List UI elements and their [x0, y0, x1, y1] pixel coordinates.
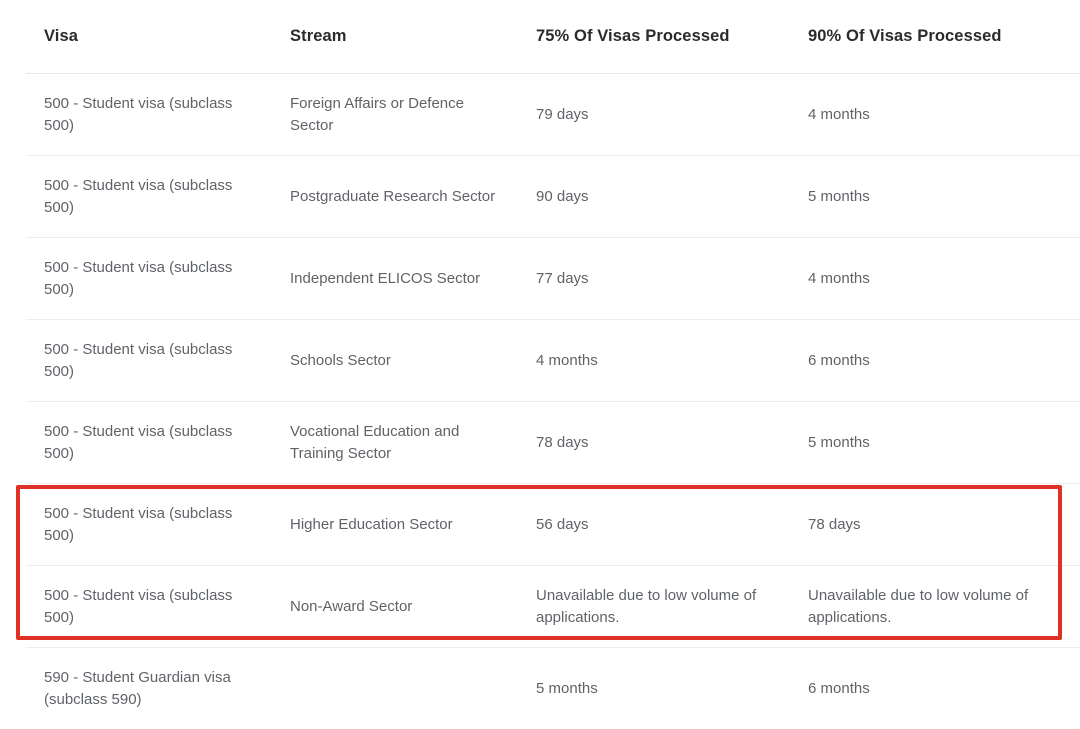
- table-cell-p75: 78 days: [518, 402, 790, 484]
- table-row: 590 - Student Guardian visa (subclass 59…: [26, 648, 1080, 729]
- table-header-row: Visa Stream 75% Of Visas Processed 90% O…: [26, 0, 1080, 74]
- table-cell-p75: 56 days: [518, 484, 790, 566]
- cell-value: 6 months: [808, 350, 1058, 371]
- table-cell-visa: 500 - Student visa (subclass 500): [26, 484, 272, 566]
- cell-value: Unavailable due to low volume of applica…: [808, 585, 1058, 628]
- cell-value: Higher Education Sector: [290, 514, 500, 535]
- table-cell-stream: Postgraduate Research Sector: [272, 156, 518, 238]
- table-cell-p90: 4 months: [790, 238, 1080, 320]
- table-row: 500 - Student visa (subclass 500) Higher …: [26, 484, 1080, 566]
- cell-value: 500 - Student visa (subclass 500): [44, 175, 254, 218]
- column-header-stream: Stream: [272, 0, 518, 74]
- cell-value: Schools Sector: [290, 350, 500, 371]
- column-header-visa: Visa: [26, 0, 272, 74]
- table-cell-stream: Independent ELICOS Sector: [272, 238, 518, 320]
- cell-value: 500 - Student visa (subclass 500): [44, 585, 254, 628]
- table-row: 500 - Student visa (subclass 500) Postgra…: [26, 156, 1080, 238]
- cell-value: 500 - Student visa (subclass 500): [44, 503, 254, 546]
- cell-value: Postgraduate Research Sector: [290, 186, 500, 207]
- page-root: Visa Stream 75% Of Visas Processed 90% O…: [0, 0, 1080, 707]
- table-body: 500 - Student visa (subclass 500) Foreign…: [26, 74, 1080, 729]
- table-cell-p90: 5 months: [790, 156, 1080, 238]
- cell-value: 78 days: [808, 514, 1058, 535]
- cell-value: 6 months: [808, 678, 1058, 699]
- table-row: 500 - Student visa (subclass 500) Foreign…: [26, 74, 1080, 156]
- cell-value: 5 months: [536, 678, 772, 699]
- cell-value: 79 days: [536, 104, 772, 125]
- table-cell-p75: 79 days: [518, 74, 790, 156]
- cell-value: 500 - Student visa (subclass 500): [44, 257, 254, 300]
- column-header-90-percent-processed: 90% Of Visas Processed: [790, 0, 1080, 74]
- table-cell-visa: 500 - Student visa (subclass 500): [26, 402, 272, 484]
- table-cell-stream: Non-Award Sector: [272, 566, 518, 648]
- cell-value: 500 - Student visa (subclass 500): [44, 93, 254, 136]
- table-cell-p90: 4 months: [790, 74, 1080, 156]
- cell-value: 500 - Student visa (subclass 500): [44, 421, 254, 464]
- cell-value: 4 months: [808, 104, 1058, 125]
- cell-value: 90 days: [536, 186, 772, 207]
- cell-value: 4 months: [536, 350, 772, 371]
- cell-value: 5 months: [808, 432, 1058, 453]
- table-cell-stream: Foreign Affairs or Defence Sector: [272, 74, 518, 156]
- table-cell-stream: Vocational Education and Training Sector: [272, 402, 518, 484]
- table-cell-visa: 500 - Student visa (subclass 500): [26, 156, 272, 238]
- cell-value: Foreign Affairs or Defence Sector: [290, 93, 500, 136]
- table-header: Visa Stream 75% Of Visas Processed 90% O…: [26, 0, 1080, 74]
- table-cell-stream: [272, 648, 518, 729]
- cell-value: 77 days: [536, 268, 772, 289]
- table-cell-p90: 78 days: [790, 484, 1080, 566]
- table-row: 500 - Student visa (subclass 500) Indepen…: [26, 238, 1080, 320]
- cell-value: Unavailable due to low volume of applica…: [536, 585, 772, 628]
- table-cell-p75: 4 months: [518, 320, 790, 402]
- cell-value: Vocational Education and Training Sector: [290, 421, 500, 464]
- table-row: 500 - Student visa (subclass 500) Schools…: [26, 320, 1080, 402]
- cell-value: Non-Award Sector: [290, 596, 500, 617]
- table-row: 500 - Student visa (subclass 500) Vocatio…: [26, 402, 1080, 484]
- cell-value: Independent ELICOS Sector: [290, 268, 500, 289]
- table-cell-p75: 90 days: [518, 156, 790, 238]
- column-header-75-percent-processed: 75% Of Visas Processed: [518, 0, 790, 74]
- table-cell-visa: 500 - Student visa (subclass 500): [26, 320, 272, 402]
- cell-value: 78 days: [536, 432, 772, 453]
- table-cell-p90: 6 months: [790, 648, 1080, 729]
- table-cell-p90: Unavailable due to low volume of applica…: [790, 566, 1080, 648]
- table-cell-visa: 500 - Student visa (subclass 500): [26, 238, 272, 320]
- table-cell-visa: 590 - Student Guardian visa (subclass 59…: [26, 648, 272, 729]
- table-cell-stream: Schools Sector: [272, 320, 518, 402]
- table-cell-p75: 77 days: [518, 238, 790, 320]
- table-cell-p75: 5 months: [518, 648, 790, 729]
- visa-processing-table-container: Visa Stream 75% Of Visas Processed 90% O…: [26, 0, 1080, 729]
- cell-value: 500 - Student visa (subclass 500): [44, 339, 254, 382]
- table-cell-stream: Higher Education Sector: [272, 484, 518, 566]
- table-row: 500 - Student visa (subclass 500) Non-Awa…: [26, 566, 1080, 648]
- table-cell-visa: 500 - Student visa (subclass 500): [26, 74, 272, 156]
- cell-value: 4 months: [808, 268, 1058, 289]
- table-cell-p75: Unavailable due to low volume of applica…: [518, 566, 790, 648]
- cell-value: 5 months: [808, 186, 1058, 207]
- cell-value: 56 days: [536, 514, 772, 535]
- table-cell-p90: 5 months: [790, 402, 1080, 484]
- table-cell-p90: 6 months: [790, 320, 1080, 402]
- visa-processing-table: Visa Stream 75% Of Visas Processed 90% O…: [26, 0, 1080, 729]
- cell-value: 590 - Student Guardian visa (subclass 59…: [44, 667, 254, 710]
- table-cell-visa: 500 - Student visa (subclass 500): [26, 566, 272, 648]
